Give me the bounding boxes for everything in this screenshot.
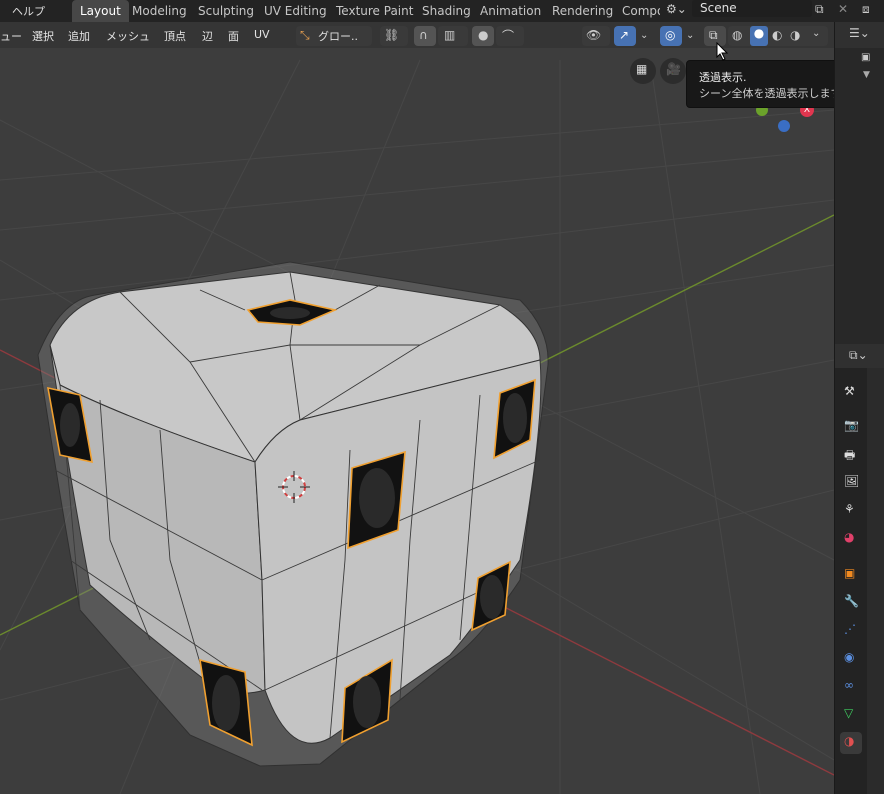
tab-modeling[interactable]: Modeling [124, 0, 195, 22]
world-tab-icon[interactable]: ◕ [840, 528, 862, 550]
tab-texture-paint[interactable]: Texture Paint [328, 0, 421, 22]
snap-toggle[interactable]: ∩ [414, 26, 436, 46]
transform-orientation-dropdown[interactable]: ⤡ グロー.. [296, 26, 372, 46]
scene-selector-icon[interactable]: ⚙⌄ [666, 2, 687, 16]
falloff-icon: ⌒ [502, 29, 515, 43]
material-shading-icon[interactable]: ◐ [772, 28, 782, 42]
cube-mesh [37, 261, 549, 767]
tab-layout[interactable]: Layout [72, 0, 129, 22]
view-layer-icon[interactable]: ⧈ [862, 2, 870, 17]
menu-vertex[interactable]: 頂点 [164, 28, 186, 44]
falloff-button[interactable]: ⌒ [496, 26, 524, 46]
visibility-button[interactable]: 👁 [582, 26, 610, 46]
outliner-header: ☰⌄ [835, 22, 884, 48]
close-icon[interactable]: ✕ [838, 2, 848, 16]
overlay-toggle[interactable]: ◎ [660, 26, 682, 46]
mouse-cursor-icon [716, 42, 729, 61]
proportional-edit-icon: ● [478, 28, 489, 42]
menu-uv[interactable]: UV [254, 28, 270, 41]
outliner-area[interactable]: ▣ ▼ [835, 48, 884, 348]
tab-shading[interactable]: Shading [414, 0, 479, 22]
physics-tab-icon[interactable]: ◉ [840, 648, 862, 670]
modifier-tab-icon[interactable]: 🔧 [840, 592, 862, 614]
view-layer-tab-icon[interactable]: 🖼 [840, 472, 862, 494]
outliner-display-mode-icon[interactable]: ☰⌄ [849, 26, 870, 40]
properties-editor-icon[interactable]: ⧉⌄ [849, 348, 868, 363]
3d-viewport[interactable] [0, 22, 834, 794]
link-icon: ⛓ [384, 28, 400, 42]
orientation-icon: ⤡ [300, 28, 310, 42]
tab-compositing[interactable]: Compo [614, 0, 660, 22]
eye-icon: 👁 [586, 28, 602, 42]
data-tab-icon[interactable]: ▽ [840, 704, 862, 726]
scene-name-field[interactable]: Scene [692, 0, 812, 17]
menu-view[interactable]: ュー [0, 28, 22, 44]
tooltip-description: シーン全体を透過表示します. [699, 87, 845, 100]
copy-scene-icon[interactable]: ⧉ [815, 2, 824, 17]
pivot-point-button[interactable]: ⛓ [380, 26, 408, 46]
overlay-icon: ◎ [665, 28, 676, 42]
camera-view-button[interactable]: 🎥 [660, 58, 686, 84]
gizmo-dropdown-icon[interactable]: ⌄ [640, 30, 648, 41]
tab-rendering[interactable]: Rendering [544, 0, 621, 22]
top-bar: ヘルプ Layout Modeling Sculpting UV Editing… [0, 0, 884, 22]
tab-sculpting[interactable]: Sculpting [190, 0, 262, 22]
menu-edge[interactable]: 辺 [202, 28, 213, 44]
object-tab-icon[interactable]: ▣ [840, 564, 862, 586]
proportional-edit-toggle[interactable]: ● [472, 26, 494, 46]
scene-tab-icon[interactable]: ⚘ [840, 500, 862, 522]
menu-add[interactable]: 追加 [68, 28, 90, 44]
collection-icon: ▣ [861, 52, 871, 63]
gizmo-toggle[interactable]: ↗ [614, 26, 636, 46]
xray-icon: ⧉ [709, 28, 718, 42]
menu-face[interactable]: 面 [228, 28, 239, 44]
tab-uv-editing[interactable]: UV Editing [256, 0, 335, 22]
material-tab-icon[interactable]: ◑ [840, 732, 862, 754]
overlay-dropdown-icon[interactable]: ⌄ [686, 30, 694, 41]
menu-mesh[interactable]: メッシュ [106, 28, 150, 44]
solid-shading-icon[interactable]: ● [750, 26, 768, 46]
properties-header: ⧉⌄ [835, 344, 884, 368]
shading-dropdown-icon[interactable]: ⌄ [812, 28, 820, 39]
rendered-shading-icon[interactable]: ◑ [790, 28, 800, 42]
gizmo-z-dot[interactable] [778, 120, 790, 132]
magnet-icon: ∩ [419, 28, 428, 42]
tooltip-title: 透過表示. [699, 71, 747, 84]
menu-select[interactable]: 選択 [32, 28, 54, 44]
camera-icon: 🎥 [666, 62, 681, 76]
tab-animation[interactable]: Animation [472, 0, 549, 22]
output-tab-icon[interactable]: 🖶 [840, 444, 862, 466]
viewport-canvas[interactable] [0, 22, 834, 794]
wireframe-shading-icon[interactable]: ◍ [732, 28, 742, 42]
particles-tab-icon[interactable]: ⋰ [840, 620, 862, 642]
snap-target-button[interactable]: ▥ [438, 26, 468, 46]
toggle-perspective-button[interactable]: ▦ [630, 58, 656, 84]
render-tab-icon[interactable]: 📷 [840, 416, 862, 438]
expand-arrow-icon[interactable]: ▼ [863, 70, 870, 80]
shading-mode-group: ◍ ● ◐ ◑ ⌄ [728, 26, 828, 46]
help-menu[interactable]: ヘルプ [12, 3, 45, 19]
snap-target-icon: ▥ [444, 28, 456, 42]
grid-icon: ▦ [636, 62, 648, 76]
constraints-tab-icon[interactable]: ∞ [840, 676, 862, 698]
gizmo-icon: ↗ [619, 28, 630, 42]
orientation-label: グロー.. [318, 30, 358, 43]
scene-name: Scene [700, 1, 737, 15]
tool-tab-icon[interactable]: ⚒ [840, 382, 862, 404]
